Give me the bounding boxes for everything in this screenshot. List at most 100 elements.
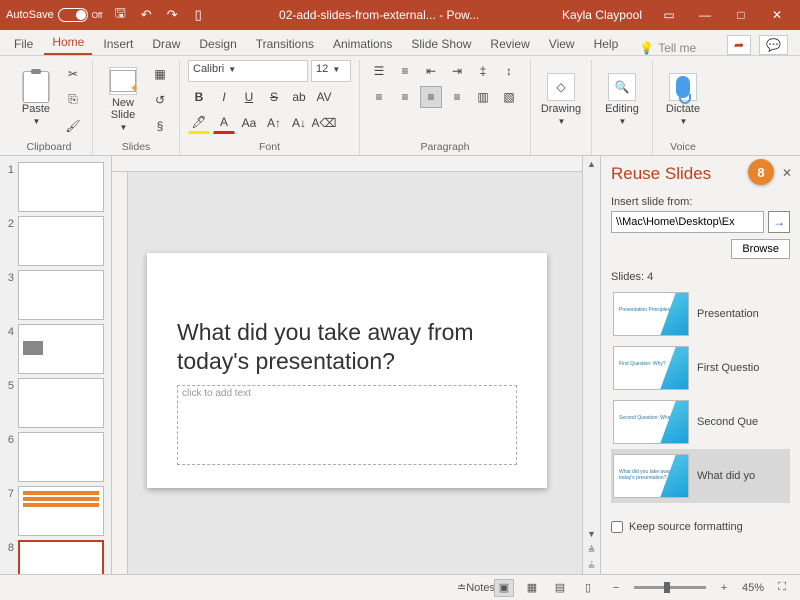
tab-draw[interactable]: Draw: [144, 33, 188, 55]
save-icon[interactable]: 🖫: [112, 7, 128, 23]
normal-view-icon[interactable]: ▣: [494, 579, 514, 597]
reuse-item[interactable]: What did you take away from today's pres…: [611, 449, 790, 503]
shadow-button[interactable]: ab: [288, 86, 310, 108]
slide-editor[interactable]: What did you take away from today's pres…: [147, 253, 547, 488]
align-right-button[interactable]: ≡: [420, 86, 442, 108]
justify-button[interactable]: ≡: [446, 86, 468, 108]
thumb-6[interactable]: [18, 432, 104, 482]
zoom-level[interactable]: 45%: [742, 582, 764, 594]
close-icon[interactable]: ✕: [760, 0, 794, 30]
thumb-2[interactable]: [18, 216, 104, 266]
spacing-button[interactable]: AV: [313, 86, 335, 108]
grow-font-button[interactable]: A↑: [263, 112, 285, 134]
thumb-7[interactable]: [18, 486, 104, 536]
notes-button[interactable]: ≐ Notes: [466, 579, 486, 597]
keep-source-formatting[interactable]: Keep source formatting: [611, 521, 790, 533]
tab-transitions[interactable]: Transitions: [248, 33, 322, 55]
indent-left-button[interactable]: ⇤: [420, 60, 442, 82]
thumb-1[interactable]: [18, 162, 104, 212]
format-painter-icon[interactable]: 🖌: [62, 115, 84, 137]
italic-button[interactable]: I: [213, 86, 235, 108]
zoom-out-icon[interactable]: −: [606, 579, 626, 597]
fit-to-window-icon[interactable]: ⛶: [772, 579, 792, 597]
redo-icon[interactable]: ↷: [164, 7, 180, 23]
tab-home[interactable]: Home: [44, 31, 92, 55]
align-left-button[interactable]: ≡: [368, 86, 390, 108]
zoom-in-icon[interactable]: +: [714, 579, 734, 597]
text-direction-button[interactable]: ↕: [498, 60, 520, 82]
cut-icon[interactable]: ✂: [62, 63, 84, 85]
ribbon-options-icon[interactable]: ▭: [652, 0, 686, 30]
thumb-4[interactable]: [18, 324, 104, 374]
minimize-icon[interactable]: —: [688, 0, 722, 30]
vertical-scrollbar[interactable]: ▲ ▼ ≜ ≟: [582, 156, 600, 574]
indent-right-button[interactable]: ⇥: [446, 60, 468, 82]
sorter-view-icon[interactable]: ▦: [522, 579, 542, 597]
thumb-5[interactable]: [18, 378, 104, 428]
slide-thumbnails[interactable]: 1 2 3 4 5 6 7 8 9: [0, 156, 112, 574]
slide-body-placeholder[interactable]: click to add text: [177, 385, 517, 465]
font-color-button[interactable]: A: [213, 112, 235, 134]
underline-button[interactable]: U: [238, 86, 260, 108]
tab-slideshow[interactable]: Slide Show: [403, 33, 479, 55]
scroll-up-icon[interactable]: ▲: [583, 156, 600, 172]
keep-format-checkbox[interactable]: [611, 521, 623, 533]
tab-help[interactable]: Help: [586, 33, 627, 55]
copy-icon[interactable]: ⎘: [62, 89, 84, 111]
tab-insert[interactable]: Insert: [95, 33, 141, 55]
reuse-item[interactable]: Presentation PrinciplesPresentation: [611, 287, 790, 341]
change-case-button[interactable]: Aa: [238, 112, 260, 134]
slideshow-view-icon[interactable]: ▯: [578, 579, 598, 597]
comments-button[interactable]: 💬: [759, 35, 788, 55]
font-size-select[interactable]: 12 ▼: [311, 60, 351, 82]
tab-view[interactable]: View: [541, 33, 583, 55]
browse-button[interactable]: Browse: [731, 239, 790, 259]
section-icon[interactable]: §: [149, 115, 171, 137]
prev-slide-icon[interactable]: ≜: [583, 542, 600, 558]
bold-button[interactable]: B: [188, 86, 210, 108]
tab-review[interactable]: Review: [482, 33, 537, 55]
tab-design[interactable]: Design: [191, 33, 244, 55]
close-pane-icon[interactable]: ✕: [782, 166, 792, 180]
font-name-select[interactable]: Calibri ▼: [188, 60, 308, 82]
tab-file[interactable]: File: [6, 33, 41, 55]
reuse-item[interactable]: First Question: Why?First Questio: [611, 341, 790, 395]
drawing-button[interactable]: ◇ Drawing ▼: [539, 73, 583, 126]
maximize-icon[interactable]: □: [724, 0, 758, 30]
go-arrow-icon[interactable]: →: [768, 211, 790, 233]
layout-icon[interactable]: ▦: [149, 63, 171, 85]
numbering-button[interactable]: ≡: [394, 60, 416, 82]
undo-icon[interactable]: ↶: [138, 7, 154, 23]
clear-format-button[interactable]: A⌫: [313, 112, 335, 134]
autosave-toggle[interactable]: AutoSave Off: [6, 8, 102, 22]
smartart-button[interactable]: ▧: [498, 86, 520, 108]
paste-button[interactable]: Paste ▼: [14, 73, 58, 126]
strike-button[interactable]: S: [263, 86, 285, 108]
slide-title[interactable]: What did you take away from today's pres…: [177, 318, 517, 378]
tab-animations[interactable]: Animations: [325, 33, 400, 55]
line-spacing-button[interactable]: ‡: [472, 60, 494, 82]
reuse-item[interactable]: Second Question: What?Second Que: [611, 395, 790, 449]
path-input[interactable]: [611, 211, 764, 233]
dictate-button[interactable]: Dictate ▼: [661, 73, 705, 126]
shrink-font-button[interactable]: A↓: [288, 112, 310, 134]
thumb-3[interactable]: [18, 270, 104, 320]
reset-icon[interactable]: ↺: [149, 89, 171, 111]
columns-button[interactable]: ▥: [472, 86, 494, 108]
align-center-button[interactable]: ≡: [394, 86, 416, 108]
thumb-8[interactable]: [18, 540, 104, 574]
bullets-button[interactable]: ☰: [368, 60, 390, 82]
reading-view-icon[interactable]: ▤: [550, 579, 570, 597]
new-slide-button[interactable]: New Slide ▼: [101, 67, 145, 132]
share-button[interactable]: ➦: [727, 35, 751, 55]
scroll-down-icon[interactable]: ▼: [583, 526, 600, 542]
next-slide-icon[interactable]: ≟: [583, 558, 600, 574]
zoom-slider[interactable]: [634, 586, 706, 589]
tell-me-search[interactable]: 💡 Tell me: [639, 41, 696, 55]
group-label: Voice: [670, 139, 696, 155]
user-name[interactable]: Kayla Claypool: [562, 8, 642, 22]
highlight-button[interactable]: 🖊: [188, 112, 210, 134]
start-from-beginning-icon[interactable]: ▯: [190, 7, 206, 23]
find-icon: 🔍: [608, 73, 636, 101]
editing-button[interactable]: 🔍 Editing ▼: [600, 73, 644, 126]
